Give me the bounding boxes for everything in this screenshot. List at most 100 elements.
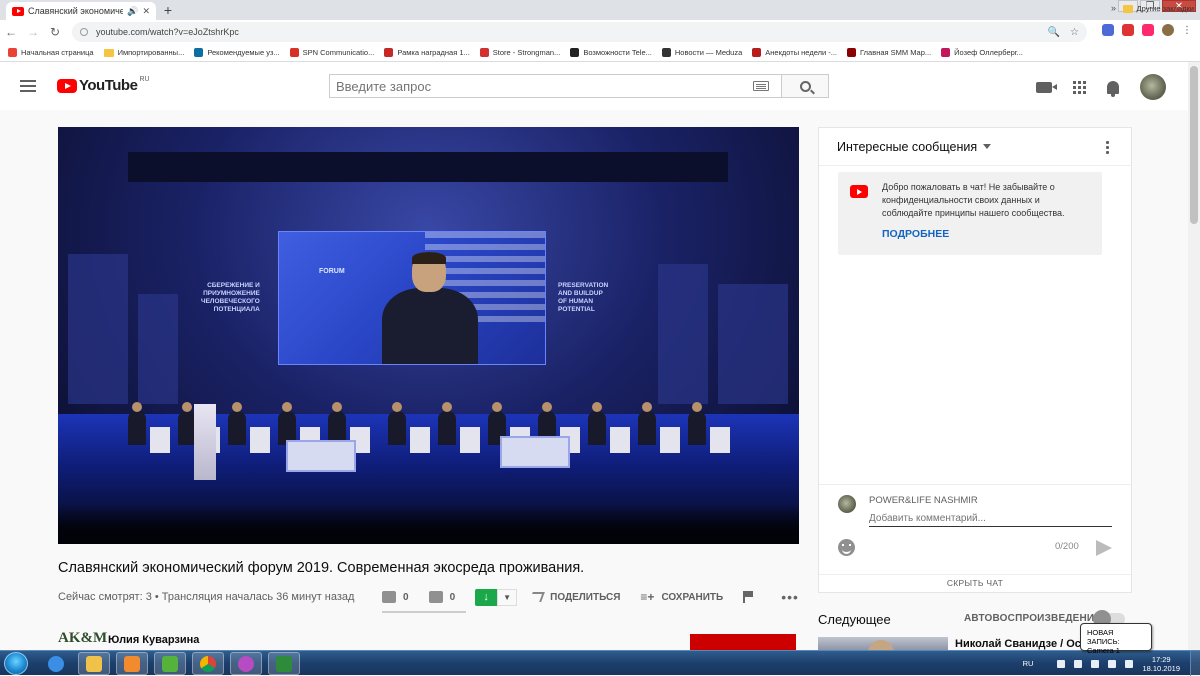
forward-button[interactable]: → [22,25,44,39]
bookmark-item[interactable]: Начальная страница [8,48,94,57]
folder-icon [103,48,114,57]
emoji-icon[interactable] [838,539,855,556]
back-button[interactable]: ← [0,25,22,39]
menu-icon[interactable] [20,80,36,92]
chevron-down-icon[interactable] [983,144,991,149]
explorer-taskbar-icon[interactable] [78,652,110,675]
bookmark-label: Возможности Tele... [583,48,652,57]
next-video-thumbnail[interactable] [818,637,948,650]
browser-menu-icon[interactable]: ⋮ [1182,25,1192,36]
reload-button[interactable]: ↻ [44,25,66,39]
scrollbar-thumb[interactable] [1190,66,1198,224]
recorder-taskbar-icon[interactable] [230,652,262,675]
bookmark-item[interactable]: Возможности Tele... [570,48,652,57]
download-button[interactable]: ↓ ▼ [475,588,518,606]
channel-logo[interactable]: AK&M [58,630,107,647]
download-arrow-icon[interactable]: ↓ [475,588,498,606]
media-player-taskbar-icon[interactable] [116,652,148,675]
tray-icon[interactable] [1057,659,1066,668]
more-actions-icon[interactable]: ••• [781,589,799,605]
bookmark-item[interactable]: Главная SMM Мар... [847,48,931,57]
autoplay-label: АВТОВОСПРОИЗВЕДЕНИЕ [964,613,1102,624]
bookmark-item[interactable]: Йозеф Оллерберг... [941,48,1023,57]
speaker-icon[interactable]: 🔊 [127,6,138,17]
channel-name[interactable]: Юлия Куварзина [108,634,199,646]
audience [58,504,799,544]
network-icon[interactable] [1108,659,1117,668]
other-bookmarks-folder[interactable]: Другие закладки [1122,4,1194,13]
bookmark-item[interactable]: Рекомендуемые уз... [194,48,280,57]
avatar [838,495,856,513]
search-input[interactable] [336,78,753,94]
send-icon[interactable] [1096,540,1112,556]
ie-taskbar-icon[interactable] [40,652,72,675]
bookmark-label: Йозеф Оллерберг... [954,48,1023,57]
bookmark-item[interactable]: Store - Strongman... [479,48,560,57]
bookmark-item[interactable]: SPN Communicatio... [289,48,374,57]
speaker-figure [364,252,494,364]
show-desktop-button[interactable] [1190,651,1200,676]
dislike-button[interactable]: 0 [428,591,455,603]
flag-tray-icon[interactable] [1091,659,1100,668]
report-flag-icon[interactable] [743,591,754,603]
keyboard-icon[interactable] [753,81,769,91]
extension-icon[interactable] [1122,24,1134,36]
video-actions: 0 0 ↓ ▼ ПОДЕЛИТЬСЯ ≡+ СОХРАНИТЬ ••• [382,587,799,607]
bookmark-item[interactable]: Новости — Meduza [661,48,742,57]
save-button[interactable]: ≡+ СОХРАНИТЬ [640,590,723,604]
account-avatar[interactable] [1140,74,1166,100]
bookmark-star-icon[interactable]: ☆ [1070,27,1079,38]
banner-line: OF HUMAN [558,298,594,305]
panelist-figure [588,402,606,445]
notifications-bell-icon[interactable] [1107,80,1119,97]
create-video-icon[interactable] [1036,81,1057,93]
chat-menu-icon[interactable] [1106,140,1109,154]
video-player[interactable]: СБЕРЕЖЕНИЕ И ПРИУМНОЖЕНИЕ ЧЕЛОВЕЧЕСКОГО … [58,127,799,544]
apps-grid-icon[interactable] [1073,80,1086,94]
profile-avatar-icon[interactable] [1162,24,1174,36]
bookmark-item[interactable]: Анекдоты недели -... [752,48,837,57]
like-button[interactable]: 0 [382,591,409,603]
screen-forum-label: FORUM [319,268,345,275]
clock-time: 17:29 [1151,654,1171,664]
clock[interactable]: 17:29 18.10.2019 [1142,655,1180,673]
address-toolbar: ← → ↻ youtube.com/watch?v=eJoZtshrKpc 🔍 … [0,20,1200,44]
bookmark-favicon-icon [384,48,394,57]
youtube-logo[interactable]: YouTube RU [57,76,150,94]
chevron-down-icon[interactable]: ▼ [497,588,518,606]
bookmark-item[interactable]: Импортированны... [103,48,184,57]
chrome-taskbar-icon[interactable] [192,652,224,675]
recording-tray-icon[interactable] [1074,659,1083,668]
excel-taskbar-icon[interactable] [268,652,300,675]
url-bar[interactable]: youtube.com/watch?v=eJoZtshrKpc 🔍 ☆ [72,22,1087,42]
chat-user-name: POWER&LIFE NASHMIR [869,495,978,506]
tooltip-line: Camera 1 [1087,646,1120,655]
youtube-play-icon [57,79,77,93]
search-button[interactable] [782,74,829,98]
volume-icon[interactable] [1125,659,1134,668]
language-indicator[interactable]: RU [1023,659,1034,668]
extension-icon[interactable] [1102,24,1114,36]
chat-message-input[interactable] [869,511,1112,527]
start-button[interactable] [4,652,28,675]
bookmark-favicon-icon [941,48,951,57]
browser-tab-youtube[interactable]: Славянский экономически 🔊 ✕ [6,2,156,20]
browser-tab-strip: Славянский экономически 🔊 ✕ + – ❐ ✕ [0,0,1200,20]
tiktok-icon[interactable] [1142,24,1154,36]
learn-more-link[interactable]: ПОДРОБНЕЕ [882,228,949,240]
next-video-title[interactable]: Николай Сванидзе / Осо [955,638,1080,650]
new-tab-button[interactable]: + [160,3,176,18]
bookmarks-overflow-button[interactable]: » [1111,3,1116,13]
bookmark-item[interactable]: Рамка наградная 1... [384,48,470,57]
viewer-count: Сейчас смотрят: 3 • Трансляция началась … [58,591,355,603]
stage-table [250,427,270,453]
chat-mode-dropdown[interactable]: Интересные сообщения [837,140,977,154]
share-button[interactable]: ПОДЕЛИТЬСЯ [529,592,620,603]
lock-icon[interactable] [80,28,88,36]
zoom-search-icon[interactable]: 🔍 [1048,27,1060,38]
welcome-text: Добро пожаловать в чат! Не забывайте о к… [882,182,1065,218]
torrent-taskbar-icon[interactable] [154,652,186,675]
close-tab-icon[interactable]: ✕ [142,6,150,17]
panelist-figure [228,402,246,445]
hide-chat-button[interactable]: СКРЫТЬ ЧАТ [819,574,1131,592]
